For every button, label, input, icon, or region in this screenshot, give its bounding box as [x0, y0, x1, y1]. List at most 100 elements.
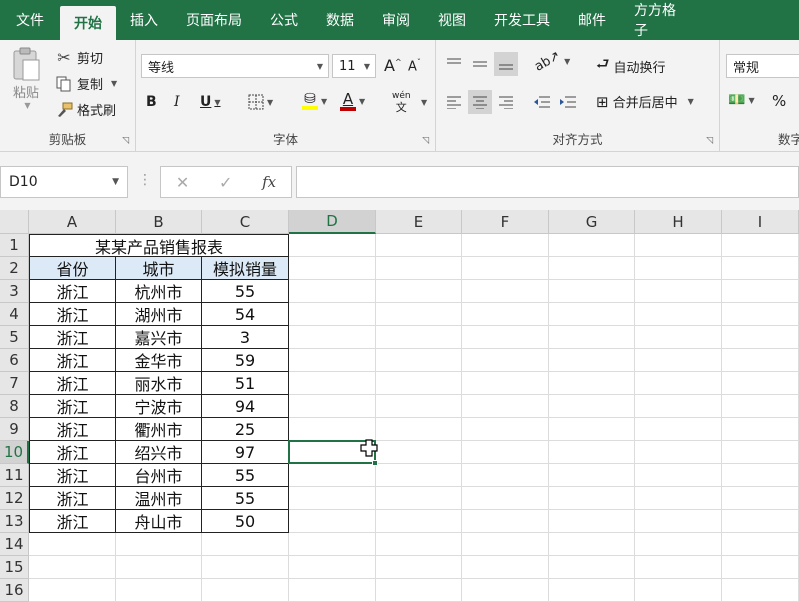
decrease-indent-button[interactable]	[530, 90, 554, 114]
cell-F8[interactable]	[462, 395, 549, 418]
data-cell-C8[interactable]: 94	[202, 395, 289, 418]
insert-function-icon[interactable]: fx	[262, 173, 276, 191]
cell-I6[interactable]	[722, 349, 799, 372]
data-cell-B6[interactable]: 金华市	[116, 349, 202, 372]
data-cell-C11[interactable]: 55	[202, 464, 289, 487]
chevron-down-icon[interactable]: ▼	[111, 79, 117, 88]
data-cell-B9[interactable]: 衢州市	[116, 418, 202, 441]
cell-C16[interactable]	[202, 579, 289, 602]
cell-F13[interactable]	[462, 510, 549, 533]
chevron-down-icon[interactable]: ▼	[359, 97, 365, 106]
bold-button[interactable]: B	[146, 94, 157, 110]
cell-D13[interactable]	[289, 510, 376, 533]
row-header-11[interactable]: 11	[0, 464, 29, 487]
chevron-down-icon[interactable]: ▼	[688, 97, 694, 106]
data-cell-B13[interactable]: 舟山市	[116, 510, 202, 533]
cell-F2[interactable]	[462, 257, 549, 280]
cell-I1[interactable]	[722, 234, 799, 257]
cell-G10[interactable]	[549, 441, 635, 464]
cell-H7[interactable]	[635, 372, 722, 395]
data-cell-B3[interactable]: 杭州市	[116, 280, 202, 303]
cell-B16[interactable]	[116, 579, 202, 602]
cell-F6[interactable]	[462, 349, 549, 372]
data-cell-C4[interactable]: 54	[202, 303, 289, 326]
dialog-launcher-icon[interactable]: ◹	[706, 136, 713, 146]
fill-color-button[interactable]: ⛁ ▼	[302, 92, 327, 110]
row-header-10[interactable]: 10	[0, 441, 29, 464]
font-name-combo[interactable]: 等线 ▼	[141, 54, 329, 78]
align-left-button[interactable]	[442, 90, 466, 114]
cell-F15[interactable]	[462, 556, 549, 579]
cancel-icon[interactable]: ✕	[176, 173, 189, 192]
row-header-4[interactable]: 4	[0, 303, 29, 326]
cell-I16[interactable]	[722, 579, 799, 602]
cell-E13[interactable]	[376, 510, 462, 533]
cell-E15[interactable]	[376, 556, 462, 579]
cell-H14[interactable]	[635, 533, 722, 556]
row-header-16[interactable]: 16	[0, 579, 29, 602]
data-cell-B12[interactable]: 温州市	[116, 487, 202, 510]
row-header-9[interactable]: 9	[0, 418, 29, 441]
cell-D11[interactable]	[289, 464, 376, 487]
formula-bar-splitter-icon[interactable]: ⋮	[138, 172, 152, 188]
cell-I2[interactable]	[722, 257, 799, 280]
cell-D8[interactable]	[289, 395, 376, 418]
cell-I8[interactable]	[722, 395, 799, 418]
data-cell-C10[interactable]: 97	[202, 441, 289, 464]
chevron-down-icon[interactable]: ▼	[24, 101, 30, 110]
data-cell-B7[interactable]: 丽水市	[116, 372, 202, 395]
chevron-down-icon[interactable]: ▼	[112, 177, 119, 187]
data-cell-A5[interactable]: 浙江	[29, 326, 116, 349]
cell-E9[interactable]	[376, 418, 462, 441]
cell-I11[interactable]	[722, 464, 799, 487]
underline-button[interactable]: U ▼	[200, 94, 221, 110]
tab-8[interactable]: 开发工具	[480, 0, 564, 40]
data-cell-B5[interactable]: 嘉兴市	[116, 326, 202, 349]
cell-E11[interactable]	[376, 464, 462, 487]
cell-F14[interactable]	[462, 533, 549, 556]
cell-F16[interactable]	[462, 579, 549, 602]
cell-F12[interactable]	[462, 487, 549, 510]
cell-C15[interactable]	[202, 556, 289, 579]
increase-indent-button[interactable]	[556, 90, 580, 114]
cell-H9[interactable]	[635, 418, 722, 441]
cell-G13[interactable]	[549, 510, 635, 533]
cell-D9[interactable]	[289, 418, 376, 441]
cell-D3[interactable]	[289, 280, 376, 303]
cell-D4[interactable]	[289, 303, 376, 326]
data-cell-A3[interactable]: 浙江	[29, 280, 116, 303]
decrease-font-size-button[interactable]: Aˇ	[408, 58, 421, 74]
cell-H3[interactable]	[635, 280, 722, 303]
cell-B15[interactable]	[116, 556, 202, 579]
cell-H10[interactable]	[635, 441, 722, 464]
row-header-7[interactable]: 7	[0, 372, 29, 395]
header-cell-C[interactable]: 模拟销量	[202, 257, 289, 280]
select-all-corner[interactable]	[0, 210, 29, 234]
cell-I7[interactable]	[722, 372, 799, 395]
cell-I13[interactable]	[722, 510, 799, 533]
data-cell-A11[interactable]: 浙江	[29, 464, 116, 487]
data-cell-B10[interactable]: 绍兴市	[116, 441, 202, 464]
align-right-button[interactable]	[494, 90, 518, 114]
cell-G11[interactable]	[549, 464, 635, 487]
chevron-down-icon[interactable]: ▼	[421, 98, 427, 107]
column-header-D[interactable]: D	[289, 210, 376, 234]
data-cell-A7[interactable]: 浙江	[29, 372, 116, 395]
cell-F11[interactable]	[462, 464, 549, 487]
data-cell-C6[interactable]: 59	[202, 349, 289, 372]
chevron-down-icon[interactable]: ▼	[748, 96, 754, 105]
chevron-down-icon[interactable]: ▼	[364, 62, 370, 71]
merge-center-button[interactable]: ⊞ 合并后居中 ▼	[596, 92, 694, 112]
number-format-combo[interactable]: 常规	[726, 54, 799, 78]
cell-G16[interactable]	[549, 579, 635, 602]
data-cell-C3[interactable]: 55	[202, 280, 289, 303]
accounting-format-button[interactable]: 💵 ▼	[728, 92, 755, 108]
data-cell-B11[interactable]: 台州市	[116, 464, 202, 487]
row-header-5[interactable]: 5	[0, 326, 29, 349]
cell-H16[interactable]	[635, 579, 722, 602]
cell-I5[interactable]	[722, 326, 799, 349]
formula-input[interactable]	[296, 166, 799, 198]
cell-I9[interactable]	[722, 418, 799, 441]
cell-G8[interactable]	[549, 395, 635, 418]
column-header-H[interactable]: H	[635, 210, 722, 234]
